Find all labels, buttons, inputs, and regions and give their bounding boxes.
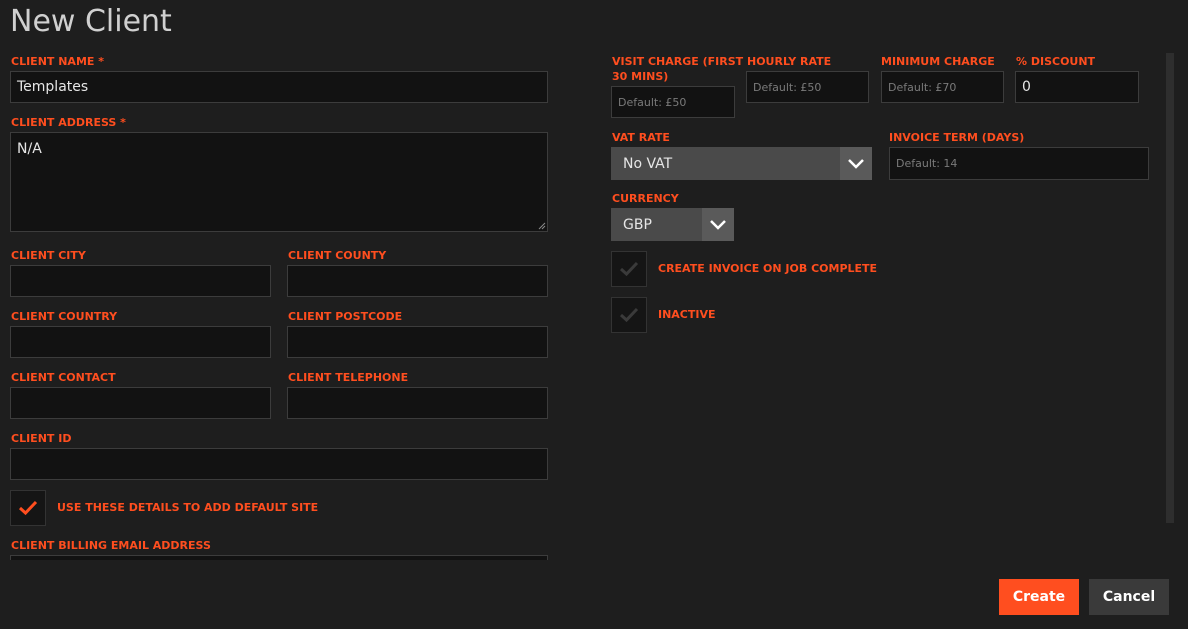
cancel-button[interactable]: Cancel — [1089, 579, 1169, 615]
invoice-term-label: INVOICE TERM (DAYS) — [889, 131, 1025, 144]
currency-value: GBP — [623, 216, 652, 233]
currency-label: CURRENCY — [612, 192, 679, 205]
client-address-textarea[interactable]: N/A — [10, 132, 548, 232]
dialog-title: New Client — [10, 4, 172, 39]
client-id-label: CLIENT ID — [11, 432, 72, 445]
chevron-down-icon[interactable] — [702, 208, 734, 241]
client-postcode-label: CLIENT POSTCODE — [288, 310, 403, 323]
client-address-label: CLIENT ADDRESS * — [11, 116, 126, 129]
visit-charge-input[interactable]: Default: £50 — [611, 86, 735, 118]
hourly-rate-input[interactable]: Default: £50 — [746, 71, 869, 103]
client-telephone-input[interactable] — [287, 387, 548, 419]
discount-input[interactable]: 0 — [1015, 71, 1139, 103]
client-country-input[interactable] — [10, 326, 271, 358]
invoice-term-input[interactable]: Default: 14 — [889, 147, 1149, 180]
checkmark-icon — [619, 307, 639, 323]
vat-rate-label: VAT RATE — [612, 131, 670, 144]
billing-email-input[interactable] — [10, 555, 548, 560]
vat-rate-select[interactable]: No VAT — [611, 147, 872, 180]
client-county-input[interactable] — [287, 265, 548, 297]
client-city-input[interactable] — [10, 265, 271, 297]
create-invoice-label: CREATE INVOICE ON JOB COMPLETE — [658, 262, 878, 275]
checkmark-icon — [619, 261, 639, 277]
new-client-dialog: New Client CLIENT NAME * Templates CLIEN… — [0, 0, 1188, 629]
resize-handle-icon[interactable] — [538, 222, 546, 230]
create-invoice-checkbox[interactable] — [611, 251, 647, 287]
client-contact-input[interactable] — [10, 387, 271, 419]
billing-email-label: CLIENT BILLING EMAIL ADDRESS — [11, 539, 211, 552]
default-site-label: USE THESE DETAILS TO ADD DEFAULT SITE — [57, 501, 319, 514]
hourly-rate-label: HOURLY RATE — [747, 55, 832, 68]
client-telephone-label: CLIENT TELEPHONE — [288, 371, 409, 384]
client-country-label: CLIENT COUNTRY — [11, 310, 118, 323]
currency-select[interactable]: GBP — [611, 208, 734, 241]
default-site-checkbox[interactable] — [10, 490, 46, 526]
checkmark-icon — [18, 500, 38, 516]
client-postcode-input[interactable] — [287, 326, 548, 358]
vat-rate-value: No VAT — [623, 155, 673, 172]
inactive-label: INACTIVE — [658, 308, 716, 321]
client-city-label: CLIENT CITY — [11, 249, 86, 262]
minimum-charge-label: MINIMUM CHARGE — [881, 55, 995, 68]
client-contact-label: CLIENT CONTACT — [11, 371, 116, 384]
client-county-label: CLIENT COUNTY — [288, 249, 387, 262]
client-id-input[interactable] — [10, 448, 548, 480]
discount-label: % DISCOUNT — [1016, 55, 1096, 68]
client-address-value: N/A — [17, 141, 42, 157]
inactive-checkbox[interactable] — [611, 297, 647, 333]
create-button[interactable]: Create — [999, 579, 1079, 615]
visit-charge-label: VISIT CHARGE (FIRST 30 MINS) — [612, 55, 744, 83]
client-name-input[interactable]: Templates — [10, 71, 548, 103]
chevron-down-icon[interactable] — [840, 147, 872, 180]
minimum-charge-input[interactable]: Default: £70 — [881, 71, 1004, 103]
client-name-label: CLIENT NAME * — [11, 55, 104, 68]
scrollbar[interactable] — [1166, 53, 1174, 523]
